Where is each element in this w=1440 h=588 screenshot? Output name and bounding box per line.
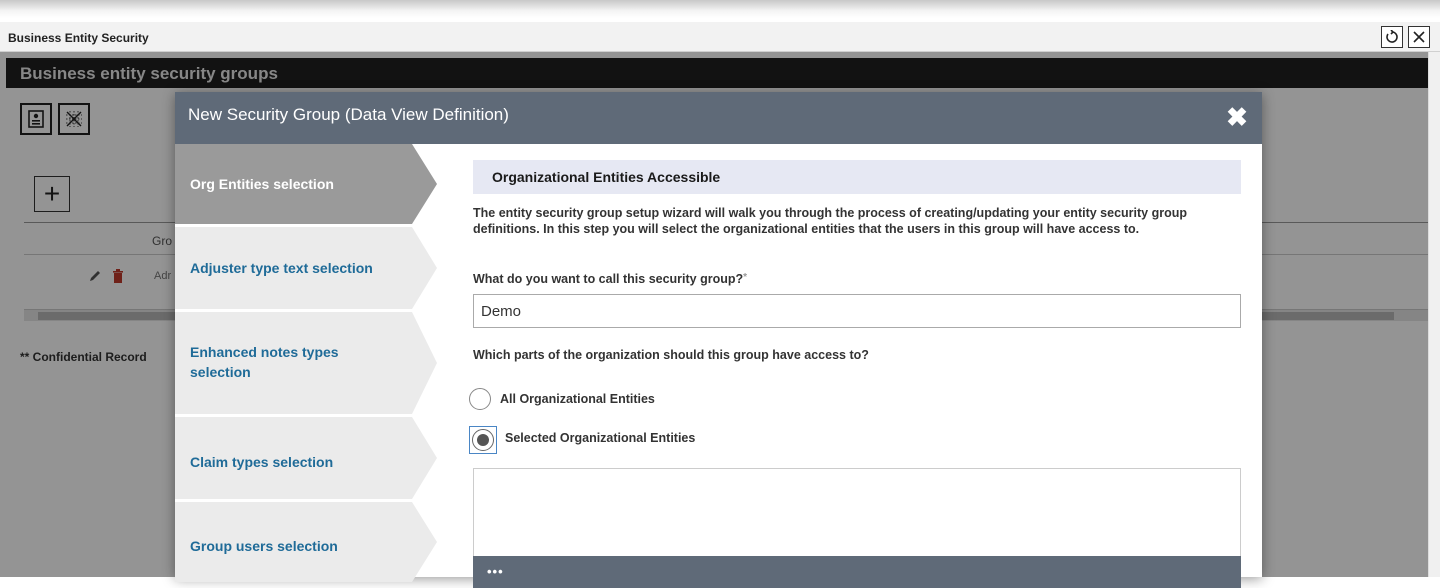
- group-name-input[interactable]: [473, 294, 1241, 328]
- section-title: Organizational Entities Accessible: [492, 169, 721, 185]
- option-label: All Organizational Entities: [500, 392, 655, 406]
- security-group-dialog: New Security Group (Data View Definition…: [175, 92, 1262, 588]
- dialog-title: New Security Group (Data View Definition…: [188, 105, 509, 124]
- required-marker: *: [743, 272, 748, 283]
- group-name-question: What do you want to call this security g…: [473, 272, 744, 286]
- step-label: Claim types selection: [190, 454, 334, 470]
- option-label: Selected Organizational Entities: [505, 431, 696, 445]
- radio-selected-entities[interactable]: [472, 429, 494, 451]
- access-question: Which parts of the organization should t…: [473, 348, 869, 362]
- wizard-steps: Org Entities selection Adjuster type tex…: [175, 144, 437, 582]
- radio-dot: [477, 434, 489, 446]
- step-claim-types[interactable]: Claim types selection: [175, 417, 437, 499]
- window-titlebar: Business Entity Security: [0, 22, 1440, 52]
- top-shadow: [0, 0, 1440, 18]
- radio-all-entities[interactable]: [469, 388, 491, 410]
- entities-list-footer: •••: [473, 556, 1241, 588]
- step-enhanced-notes[interactable]: Enhanced notes types selection: [175, 312, 437, 414]
- step-org-entities[interactable]: Org Entities selection: [175, 144, 437, 224]
- radio-focus-ring: [469, 426, 497, 454]
- step-label: Group users selection: [190, 538, 338, 554]
- group-name-label: What do you want to call this security g…: [473, 272, 747, 286]
- window-title: Business Entity Security: [8, 31, 149, 45]
- vertical-scrollbar[interactable]: [1428, 52, 1440, 577]
- dialog-header: New Security Group (Data View Definition…: [175, 92, 1262, 144]
- step-label: Org Entities selection: [190, 176, 334, 192]
- close-icon[interactable]: [1408, 26, 1430, 48]
- step-group-users[interactable]: Group users selection: [175, 502, 437, 582]
- section-header: Organizational Entities Accessible: [473, 160, 1241, 194]
- option-all-entities[interactable]: All Organizational Entities: [469, 388, 655, 410]
- step-adjuster-type[interactable]: Adjuster type text selection: [175, 227, 437, 309]
- wizard-description: The entity security group setup wizard w…: [473, 206, 1187, 236]
- option-selected-entities[interactable]: Selected Organizational Entities: [469, 426, 695, 454]
- dialog-close-icon[interactable]: ✖: [1225, 102, 1249, 132]
- step-label: Adjuster type text selection: [190, 260, 373, 276]
- refresh-icon[interactable]: [1381, 26, 1403, 48]
- step-label: Enhanced notes types selection: [190, 344, 339, 380]
- entities-list[interactable]: •••: [473, 468, 1241, 588]
